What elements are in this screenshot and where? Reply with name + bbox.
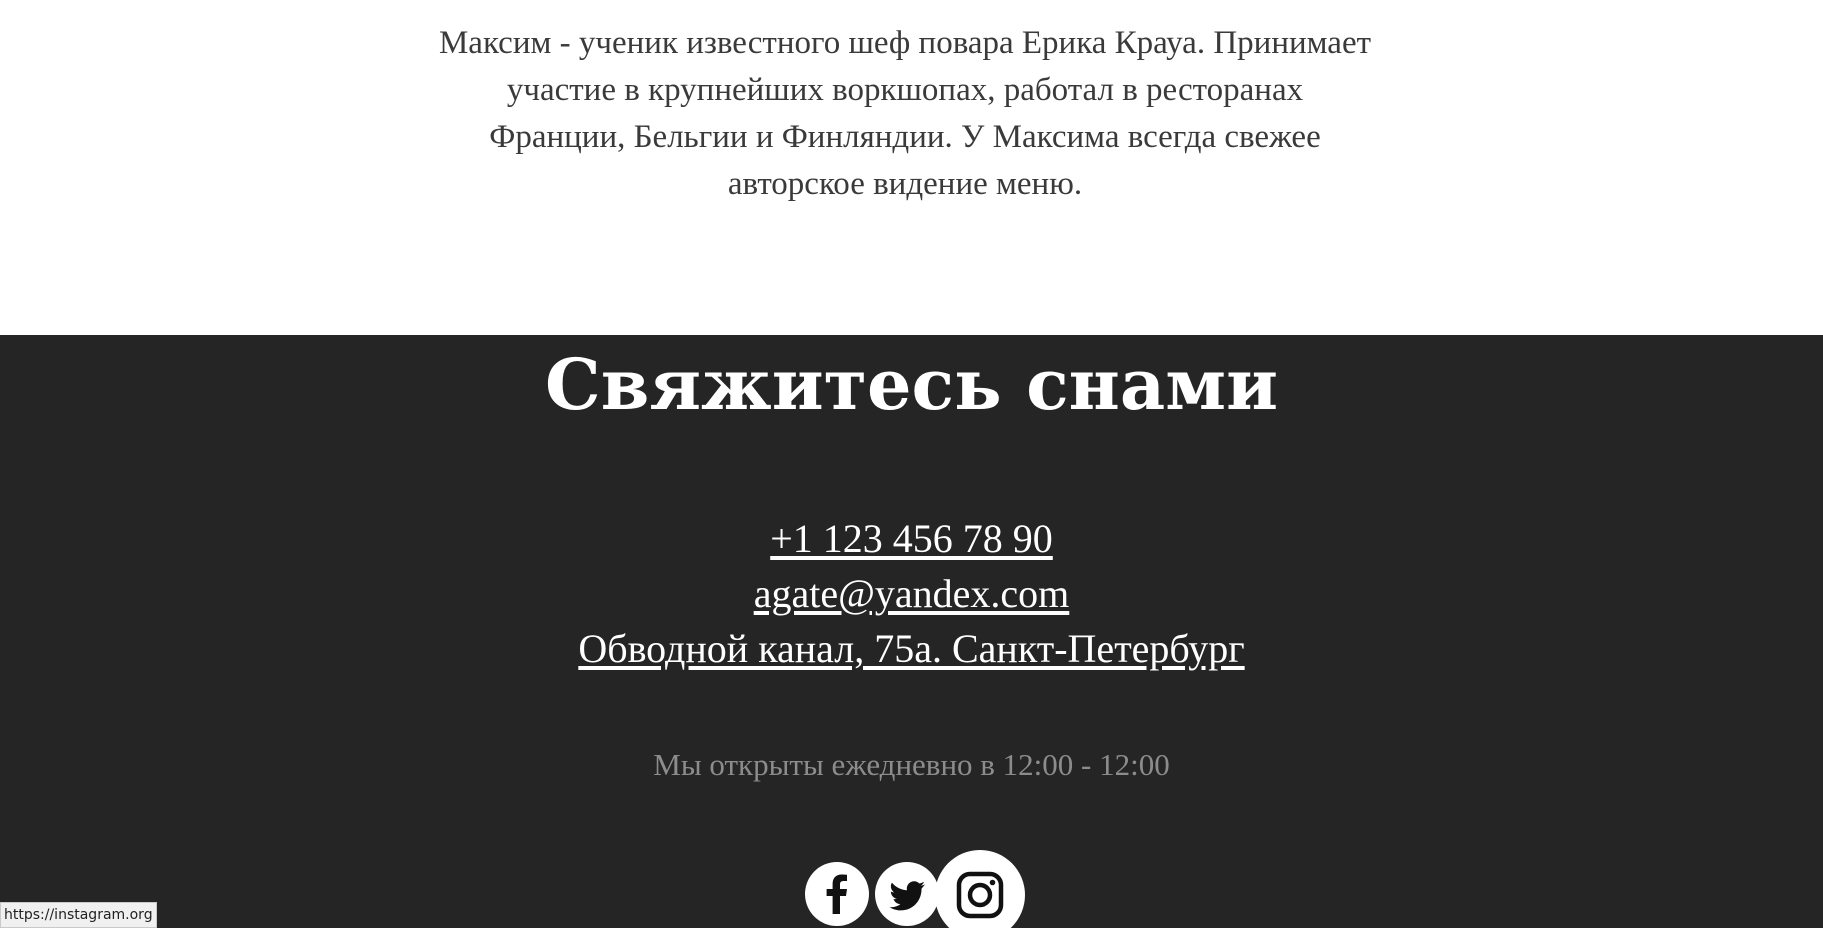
chef-description-line-1: Максим - ученик известного шеф повара Ер… <box>438 25 1372 61</box>
chef-description-line-3: Франции, Бельгии и Финляндии. У Максима … <box>489 119 1321 155</box>
email-link[interactable]: agate@yandex.com <box>754 566 1070 621</box>
link-status-tooltip: https://instagram.org <box>0 902 157 928</box>
twitter-icon <box>889 881 925 911</box>
facebook-button[interactable] <box>805 862 869 926</box>
page: Максим - ученик известного шеф повара Ер… <box>0 0 1823 928</box>
instagram-icon <box>956 871 1004 919</box>
instagram-button[interactable] <box>935 850 1025 928</box>
chef-description-line-2: участие в крупнейших воркшопах, работал … <box>506 72 1304 108</box>
chef-description: Максим - ученик известного шеф повара Ер… <box>290 20 1520 208</box>
address-link[interactable]: Обводной канал, 75а. Санкт-Петербург <box>578 621 1244 676</box>
phone-link[interactable]: +1 123 456 78 90 <box>770 511 1053 566</box>
contact-section: Свяжитесь снами +1 123 456 78 90 agate@y… <box>0 335 1823 928</box>
social-links <box>805 850 1035 928</box>
chef-description-line-4: авторское видение меню. <box>727 166 1083 202</box>
about-section: Максим - ученик известного шеф повара Ер… <box>0 0 1823 335</box>
contact-details: +1 123 456 78 90 agate@yandex.com Обводн… <box>0 511 1823 676</box>
twitter-button[interactable] <box>875 862 939 926</box>
facebook-icon <box>826 874 847 914</box>
opening-hours: Мы открыты ежедневно в 12:00 - 12:00 <box>653 747 1170 782</box>
contact-title: Свяжитесь снами <box>544 343 1279 426</box>
